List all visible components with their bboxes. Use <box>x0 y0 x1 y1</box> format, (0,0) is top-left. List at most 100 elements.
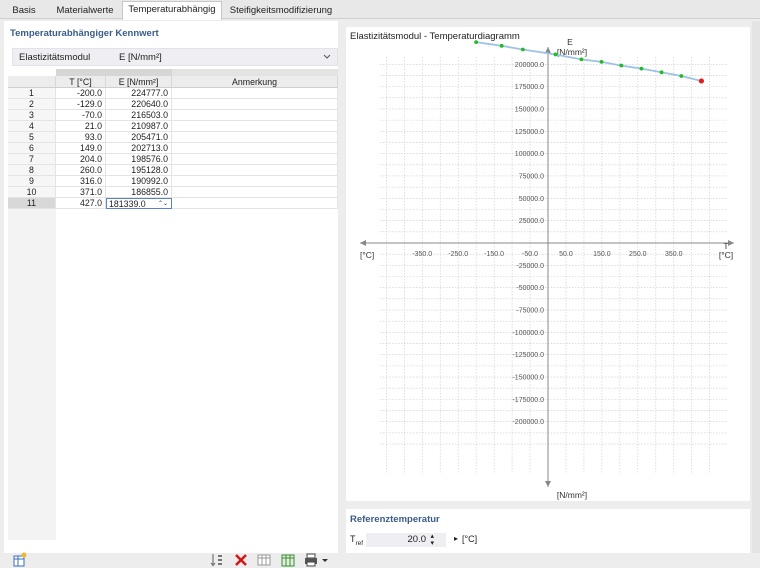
note-cell[interactable] <box>172 198 338 209</box>
property-dropdown[interactable]: Elastizitätsmodul E [N/mm²] <box>12 48 338 66</box>
tab-temperaturabhaengig[interactable]: Temperaturabhängig <box>122 1 222 20</box>
column-header-rownum <box>8 76 56 88</box>
print-options-chevron-icon[interactable] <box>320 552 330 568</box>
modulus-cell[interactable]: 216503.0 <box>106 110 172 121</box>
temperature-cell[interactable]: -129.0 <box>56 99 106 110</box>
note-cell[interactable] <box>172 110 338 121</box>
data-point <box>619 63 624 68</box>
table-view-icon[interactable] <box>256 552 272 568</box>
table-row[interactable]: 3 -70.0 216503.0 <box>8 110 338 121</box>
x-axis-unit-left: [°C] <box>360 250 374 260</box>
column-header-temperature[interactable]: T [°C] <box>56 76 106 88</box>
y-tick-label: 175000.0 <box>515 84 544 91</box>
selected-data-point <box>698 78 705 84</box>
column-header-note[interactable]: Anmerkung <box>172 76 338 88</box>
temperature-cell[interactable]: 204.0 <box>56 154 106 165</box>
chart-title: Elastizitätsmodul - Temperaturdiagramm <box>350 31 520 42</box>
note-cell[interactable] <box>172 132 338 143</box>
tab-strip: Basis Materialwerte Temperaturabhängig S… <box>0 0 760 20</box>
temperature-cell[interactable]: 316.0 <box>56 176 106 187</box>
table-row[interactable]: 5 93.0 205471.0 <box>8 132 338 143</box>
modulus-cell[interactable]: 198576.0 <box>106 154 172 165</box>
y-tick-label: -200000.0 <box>512 419 544 426</box>
table-row[interactable]: 2 -129.0 220640.0 <box>8 99 338 110</box>
note-cell[interactable] <box>172 88 338 99</box>
x-tick-label: 150.0 <box>593 251 611 258</box>
modulus-cell[interactable]: 220640.0 <box>106 99 172 110</box>
table-row[interactable]: 4 21.0 210987.0 <box>8 121 338 132</box>
cell-spin-icon[interactable]: ⌃⌄ <box>158 199 168 210</box>
table-header-band <box>56 69 172 76</box>
delete-icon[interactable] <box>233 552 249 568</box>
y-tick-label: 100000.0 <box>515 151 544 158</box>
reference-unit: [°C] <box>462 534 478 544</box>
modulus-cell[interactable]: 186855.0 <box>106 187 172 198</box>
row-number: 1 <box>8 88 56 99</box>
temperature-cell[interactable]: -70.0 <box>56 110 106 121</box>
table-row[interactable]: 8 260.0 195128.0 <box>8 165 338 176</box>
y-tick-label: -25000.0 <box>516 263 544 270</box>
reference-label: Tref <box>350 534 364 547</box>
sort-icon[interactable] <box>209 552 225 568</box>
x-axis-unit-right: [°C] <box>719 250 733 260</box>
table-row[interactable]: 1 -200.0 224777.0 <box>8 88 338 99</box>
table-header-band-note <box>172 69 338 76</box>
row-number: 4 <box>8 121 56 132</box>
modulus-cell[interactable]: 181339.0 ⌃⌄ <box>106 198 172 209</box>
table-row[interactable]: 7 204.0 198576.0 <box>8 154 338 165</box>
modulus-cell[interactable]: 224777.0 <box>106 88 172 99</box>
data-point <box>520 47 525 52</box>
y-axis-arrow-top <box>545 47 551 53</box>
y-tick-label: 150000.0 <box>515 106 544 113</box>
temperature-cell[interactable]: -200.0 <box>56 88 106 99</box>
table-row[interactable]: 9 316.0 190992.0 <box>8 176 338 187</box>
side-scroll-strip <box>752 21 760 553</box>
row-number: 5 <box>8 132 56 143</box>
note-cell[interactable] <box>172 187 338 198</box>
data-point <box>553 52 558 57</box>
spin-up-down-icon[interactable]: ▴ ▾ <box>430 533 434 547</box>
temperature-cell[interactable]: 427.0 <box>56 198 106 209</box>
row-number: 11 <box>8 198 56 209</box>
temperature-cell[interactable]: 260.0 <box>56 165 106 176</box>
row-number: 8 <box>8 165 56 176</box>
y-tick-label: -175000.0 <box>512 397 544 404</box>
step-right-icon[interactable]: ▸ <box>454 534 458 543</box>
tab-materialwerte[interactable]: Materialwerte <box>50 2 120 19</box>
table-row[interactable]: 10 371.0 186855.0 <box>8 187 338 198</box>
modulus-cell[interactable]: 190992.0 <box>106 176 172 187</box>
modulus-cell[interactable]: 205471.0 <box>106 132 172 143</box>
data-point <box>639 66 644 71</box>
chevron-down-icon <box>323 54 331 59</box>
table-row[interactable]: 11 427.0 181339.0 ⌃⌄ <box>8 198 338 209</box>
temperature-chart: Elastizitätsmodul - Temperaturdiagramm E [… <box>350 31 734 500</box>
temperature-cell[interactable]: 371.0 <box>56 187 106 198</box>
tab-steifigkeitsmodifizierung[interactable]: Steifigkeitsmodifizierung <box>224 2 338 19</box>
x-tick-label: 350.0 <box>665 251 683 258</box>
modulus-cell[interactable]: 195128.0 <box>106 165 172 176</box>
x-tick-label: 250.0 <box>629 251 647 258</box>
note-cell[interactable] <box>172 121 338 132</box>
note-cell[interactable] <box>172 143 338 154</box>
note-cell[interactable] <box>172 154 338 165</box>
reference-temperature-panel: Referenztemperatur Tref 20.0 ▴ ▾ ▸ [°C] <box>346 509 750 553</box>
temperature-cell[interactable]: 93.0 <box>56 132 106 143</box>
export-table-icon[interactable] <box>280 552 296 568</box>
note-cell[interactable] <box>172 176 338 187</box>
print-icon[interactable] <box>303 552 319 568</box>
column-header-modulus[interactable]: E [N/mm²] <box>106 76 172 88</box>
reference-temperature-input[interactable]: 20.0 ▴ ▾ <box>366 533 446 547</box>
note-cell[interactable] <box>172 165 338 176</box>
temperature-cell[interactable]: 149.0 <box>56 143 106 154</box>
temperature-chart-panel: Elastizitätsmodul - Temperaturdiagramm E [… <box>346 27 750 501</box>
modulus-cell[interactable]: 210987.0 <box>106 121 172 132</box>
property-label: Elastizitätsmodul <box>19 52 91 63</box>
note-cell[interactable] <box>172 99 338 110</box>
modulus-cell[interactable]: 202713.0 <box>106 143 172 154</box>
tab-basis[interactable]: Basis <box>4 2 44 19</box>
table-row[interactable]: 6 149.0 202713.0 <box>8 143 338 154</box>
y-tick-label: -75000.0 <box>516 308 544 315</box>
property-value: E [N/mm²] <box>119 52 162 63</box>
import-table-icon[interactable] <box>12 552 28 568</box>
temperature-cell[interactable]: 21.0 <box>56 121 106 132</box>
